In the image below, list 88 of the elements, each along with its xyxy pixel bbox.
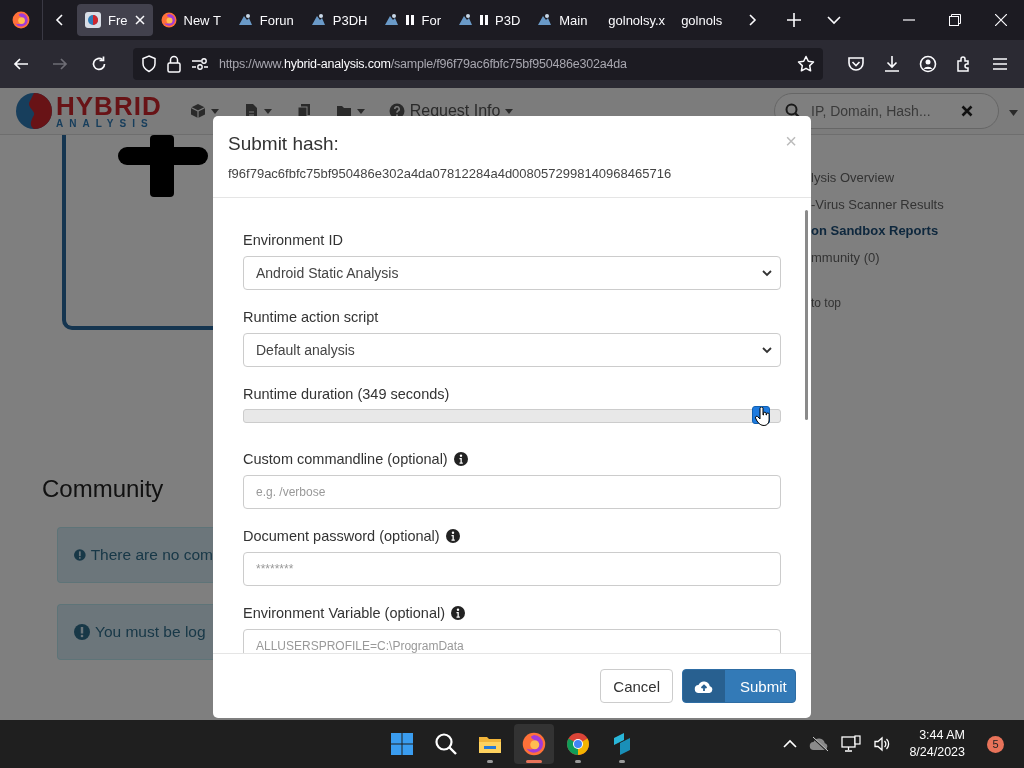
dialog-title: Submit hash:	[228, 133, 339, 155]
chevron-up-icon[interactable]	[783, 739, 798, 749]
browser-tab[interactable]: Fre	[77, 4, 153, 36]
browser-tab[interactable]: golnols	[673, 4, 735, 36]
menu-item[interactable]	[335, 103, 365, 119]
volume-icon[interactable]	[873, 736, 892, 752]
site-favicon-icon	[85, 12, 101, 28]
firefox-icon	[522, 732, 546, 756]
scrollbar[interactable]	[805, 210, 808, 420]
folder-icon	[335, 103, 352, 119]
caret-icon	[210, 108, 219, 114]
firefox-icon	[160, 12, 177, 28]
notification-badge[interactable]: 5	[987, 735, 1004, 753]
input-field[interactable]: ********	[243, 552, 781, 586]
search-icon	[785, 103, 801, 119]
field-label: Runtime action script	[243, 308, 379, 327]
cancel-button[interactable]: Cancel	[600, 669, 673, 703]
info-icon[interactable]	[453, 452, 468, 466]
logo-icon[interactable]	[14, 91, 54, 131]
account-icon[interactable]	[919, 55, 937, 73]
search-icon	[434, 732, 458, 756]
caret-icon[interactable]	[1009, 110, 1018, 116]
forum-favicon-icon	[536, 12, 553, 28]
windows-icon	[390, 732, 414, 756]
caret-icon	[356, 108, 365, 114]
info-icon[interactable]	[445, 529, 460, 543]
menu-icon[interactable]	[991, 55, 1009, 73]
menu-item[interactable]	[189, 103, 219, 119]
search-field[interactable]: IP, Domain, Hash...	[774, 93, 999, 129]
chevron-down-icon	[762, 346, 772, 354]
submit-button[interactable]: Submit	[682, 669, 796, 703]
search-input[interactable]: IP, Domain, Hash...	[809, 102, 953, 120]
reload-icon[interactable]	[90, 55, 108, 73]
browser-tab[interactable]: Forun	[228, 4, 302, 36]
info-icon[interactable]	[451, 606, 466, 620]
field-label: Environment ID	[243, 231, 343, 250]
browser-tab[interactable]: golnolsy.x	[600, 4, 674, 36]
nav-link[interactable]: on Sandbox Reports	[811, 223, 939, 238]
clock[interactable]: 3:44 AM 8/24/2023	[909, 727, 965, 761]
network-icon[interactable]	[841, 735, 862, 753]
forum-favicon-icon	[309, 12, 326, 28]
exclamation-icon	[74, 547, 86, 563]
section-heading: Community	[42, 475, 165, 503]
close-icon[interactable]	[995, 14, 1007, 26]
dropdown[interactable]: Android Static Analysis	[243, 256, 781, 290]
hash-text: f96f79ac6fbfc75bf950486e302a4da07812284a4d0080572998140968465716	[228, 166, 673, 181]
forum-favicon-icon	[457, 12, 473, 28]
alert-text: You must be log	[95, 623, 206, 641]
caret-icon	[263, 108, 272, 114]
restore-icon[interactable]	[949, 14, 961, 26]
shield-icon[interactable]	[141, 55, 157, 73]
cloud-off-icon[interactable]	[809, 736, 830, 752]
hand-cursor-icon	[755, 407, 772, 427]
download-icon[interactable]	[883, 55, 901, 73]
field-label: Runtime duration (349 seconds)	[243, 385, 450, 404]
input-field[interactable]: e.g. /verbose	[243, 475, 781, 509]
close-icon[interactable]	[134, 15, 145, 25]
browser-tab[interactable]: Main	[528, 4, 601, 36]
cube-icon	[189, 103, 206, 119]
field-label: Environment Variable (optional)	[243, 604, 446, 623]
pause-icon[interactable]	[480, 15, 488, 25]
alert-text: There are no com	[90, 546, 213, 564]
browser-tab[interactable]: P3D	[449, 4, 529, 36]
taskbar-button[interactable]	[514, 724, 554, 764]
input-field[interactable]: ALLUSERSPROFILE=C:\ProgramData	[243, 629, 781, 653]
chevron-down-icon	[762, 269, 772, 277]
forum-favicon-icon	[383, 12, 400, 28]
pocket-icon[interactable]	[847, 55, 865, 73]
plus-icon	[118, 135, 208, 197]
caret-icon	[505, 108, 514, 114]
chrome-icon	[566, 732, 590, 756]
browser-tab[interactable]: P3DH	[301, 4, 376, 36]
browser-tab[interactable]: For	[375, 4, 449, 36]
forum-favicon-icon	[236, 12, 253, 28]
permissions-icon[interactable]	[191, 57, 209, 71]
dropdown[interactable]: Default analysis	[243, 333, 781, 367]
slider-track[interactable]	[243, 409, 781, 423]
chevron-down-icon[interactable]	[827, 13, 841, 27]
browser-tab[interactable]: New T	[152, 4, 229, 36]
pause-icon[interactable]	[406, 15, 415, 25]
exclamation-icon	[74, 624, 90, 640]
plus-icon[interactable]	[787, 13, 801, 27]
star-icon[interactable]	[797, 55, 815, 73]
field-label: Document password (optional)	[243, 527, 440, 546]
field-label: Custom commandline (optional)	[243, 450, 448, 469]
clear-icon[interactable]	[961, 105, 973, 117]
lock-icon[interactable]	[167, 55, 181, 73]
firefox-icon[interactable]	[12, 11, 30, 29]
